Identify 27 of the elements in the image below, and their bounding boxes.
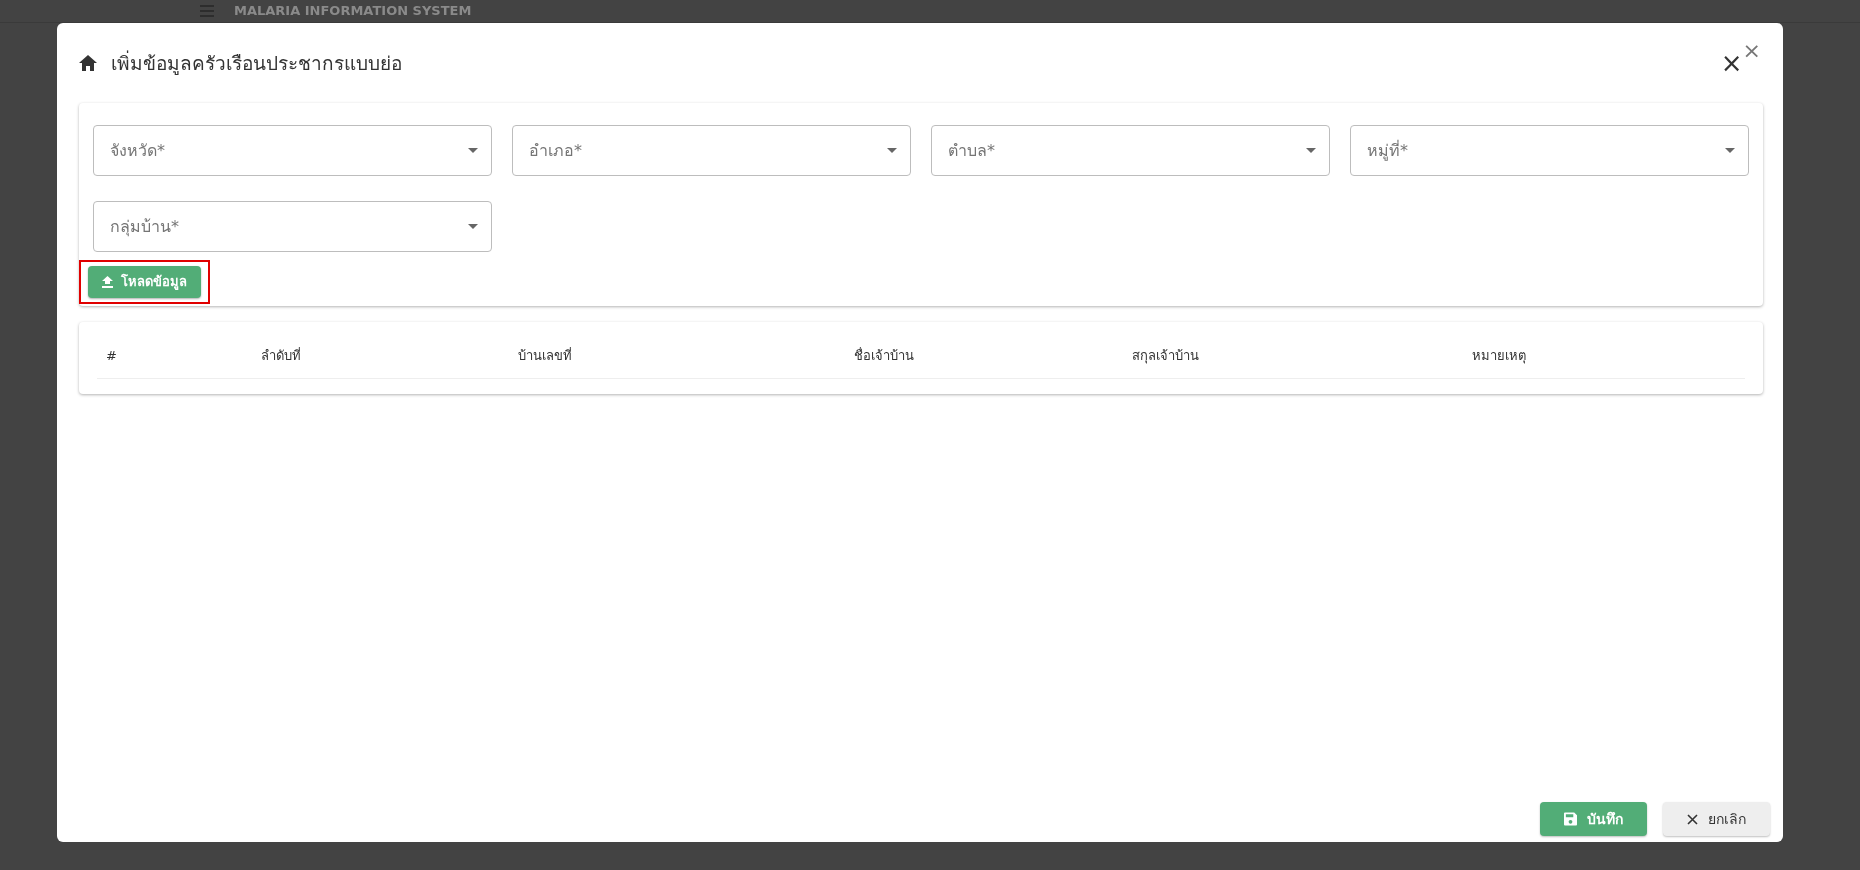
home-icon [79,55,97,71]
caret-icon [468,224,478,229]
dropdown-field[interactable]: กลุ่มบ้าน* [93,201,492,252]
save-button[interactable]: บันทึก [1540,802,1647,836]
caret-icon [1306,148,1316,153]
upload-icon [102,275,113,288]
close-button[interactable]: × [1720,50,1743,76]
caret-icon [468,148,478,153]
save-icon [1564,812,1577,826]
column-header: สกุลเจ้าบ้าน [1131,346,1200,366]
column-header: บ้านเลขที่ [517,346,573,365]
dropdown-field[interactable]: ตำบล* [931,125,1330,176]
caret-icon [1725,148,1735,153]
column-header: หมายเหตุ [1471,346,1527,366]
cancel-button[interactable]: ยกเลิก [1663,802,1770,836]
dropdown-field[interactable]: จังหวัด* [93,125,492,176]
caret-icon [887,148,897,153]
dialog-title: เพิ่มข้อมูลครัวเรือนประชากรแบบย่อ [111,49,402,77]
dropdown-field[interactable]: หมู่ที่* [1350,125,1749,176]
load-button[interactable]: โหลดข้อมูล [88,266,201,298]
close-button[interactable]: × [1742,40,1761,62]
dropdown-field[interactable]: อำเภอ* [512,125,911,176]
column-header: # [105,346,118,365]
column-header: ลำดับที่ [260,346,302,365]
column-header: ชื่อเจ้าบ้าน [853,346,915,365]
app-title: MALARIA INFORMATION SYSTEM [234,2,472,21]
close-icon [1687,813,1698,825]
